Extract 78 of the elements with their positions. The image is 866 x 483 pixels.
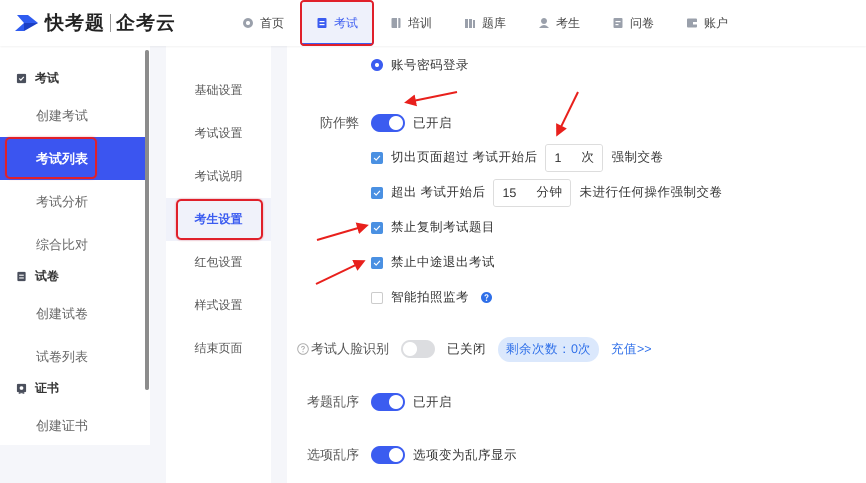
toggle-status: 已关闭 bbox=[447, 340, 486, 358]
clipboard-icon bbox=[612, 17, 624, 29]
logo-name: 快考题 bbox=[45, 12, 105, 36]
annotation-arrow bbox=[316, 260, 366, 285]
setting-label: 选项乱序 bbox=[306, 446, 359, 464]
settings-section-tab[interactable]: 考试说明 bbox=[166, 155, 271, 198]
field-unit: 次 bbox=[581, 149, 594, 166]
nav-tab[interactable]: 首页 bbox=[226, 0, 300, 46]
checkbox[interactable] bbox=[371, 292, 383, 304]
sidebar-item[interactable]: 综合比对 bbox=[0, 223, 145, 266]
sidebar-item[interactable]: 创建试卷 bbox=[0, 292, 145, 335]
nav-tab[interactable]: 考试 bbox=[300, 0, 374, 46]
option-text: 切出页面超过 考试开始后 bbox=[391, 149, 538, 166]
checkbox-label: 禁止中途退出考试 bbox=[391, 254, 495, 271]
sidebar-item[interactable]: 试卷列表 bbox=[0, 335, 145, 378]
sidebar-group-title: 证书 bbox=[35, 380, 59, 396]
field-unit: 分钟 bbox=[536, 184, 562, 201]
document-icon bbox=[316, 17, 328, 29]
field-value: 15 bbox=[502, 186, 516, 200]
settings-section-tab[interactable]: 红包设置 bbox=[166, 241, 271, 284]
option-text: 超出 考试开始后 bbox=[391, 184, 486, 201]
field-value: 1 bbox=[554, 150, 562, 164]
logo-icon bbox=[14, 13, 40, 33]
sidebar-item[interactable]: 考试分析 bbox=[0, 180, 145, 223]
checkbox[interactable] bbox=[371, 186, 383, 198]
nav-tab[interactable]: 账户 bbox=[670, 0, 744, 46]
setting-label: 考题乱序 bbox=[306, 393, 359, 411]
toggle-switch[interactable] bbox=[401, 340, 435, 358]
toggle-switch[interactable] bbox=[371, 393, 405, 411]
annotation-arrow bbox=[404, 91, 458, 106]
number-field[interactable]: 15 分钟 bbox=[493, 178, 572, 206]
settings-section-tab[interactable]: 样式设置 bbox=[166, 284, 271, 327]
checkbox-label: 禁止复制考试题目 bbox=[391, 219, 495, 236]
person-icon bbox=[538, 17, 550, 29]
sidebar-item[interactable]: 考试列表 bbox=[0, 137, 145, 180]
home-icon bbox=[242, 17, 254, 29]
certificate-icon bbox=[16, 382, 27, 394]
annotation-arrow bbox=[556, 92, 579, 137]
radio-label: 账号密码登录 bbox=[391, 56, 469, 74]
checkbox[interactable] bbox=[371, 222, 383, 234]
settings-section-tab[interactable]: 考生设置 bbox=[166, 198, 271, 241]
option-text: 未进行任何操作强制交卷 bbox=[579, 184, 722, 201]
sidebar-item[interactable]: 创建考试 bbox=[0, 94, 145, 137]
sidebar-item[interactable]: 创建证书 bbox=[0, 404, 145, 447]
nav-tab[interactable]: 考生 bbox=[522, 0, 596, 46]
checklist-icon bbox=[16, 72, 27, 84]
help-icon[interactable] bbox=[481, 292, 492, 303]
toggle-switch[interactable] bbox=[371, 446, 405, 464]
checkbox[interactable] bbox=[371, 256, 383, 268]
wallet-icon bbox=[686, 17, 698, 29]
toggle-status: 已开启 bbox=[413, 394, 452, 410]
recharge-link[interactable]: 充值>> bbox=[610, 340, 652, 358]
sidebar-group-title: 考试 bbox=[35, 70, 59, 86]
book-icon bbox=[390, 17, 402, 29]
checkbox[interactable] bbox=[371, 152, 383, 164]
sidebar-group-title: 试卷 bbox=[35, 268, 59, 284]
settings-section-tab[interactable]: 基础设置 bbox=[166, 69, 271, 112]
nav-tab[interactable]: 问卷 bbox=[596, 0, 670, 46]
toggle-switch[interactable] bbox=[371, 114, 405, 132]
nav-tab[interactable]: 题库 bbox=[448, 0, 522, 46]
toggle-status: 已开启 bbox=[413, 114, 452, 132]
scrollbar[interactable] bbox=[145, 50, 149, 390]
option-text: 强制交卷 bbox=[611, 149, 664, 166]
number-field[interactable]: 1 次 bbox=[545, 144, 604, 172]
annotation-arrow bbox=[316, 222, 369, 241]
checkbox-label: 智能拍照监考 bbox=[391, 289, 469, 306]
radio-button[interactable] bbox=[371, 59, 383, 71]
setting-label: 防作弊 bbox=[319, 114, 359, 132]
setting-label: 考试人脸识别 bbox=[311, 340, 389, 358]
settings-section-tab[interactable]: 结束页面 bbox=[166, 327, 271, 370]
nav-tab[interactable]: 培训 bbox=[374, 0, 448, 46]
help-icon[interactable] bbox=[297, 343, 309, 355]
toggle-status: 选项变为乱序显示 bbox=[413, 446, 517, 464]
settings-section-tab[interactable]: 考试设置 bbox=[166, 112, 271, 155]
logo-subtitle: 企考云 bbox=[116, 12, 176, 36]
books-icon bbox=[464, 17, 476, 29]
book-icon bbox=[16, 270, 27, 282]
remaining-count-badge: 剩余次数：0次 bbox=[498, 336, 599, 362]
